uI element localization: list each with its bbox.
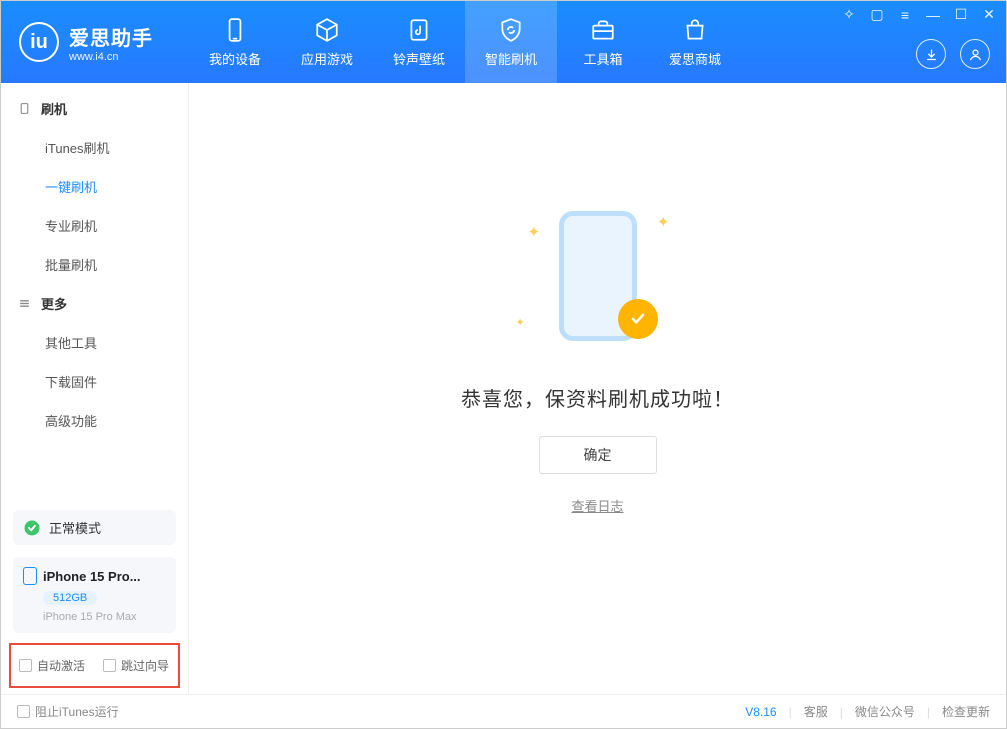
device-small-icon: [17, 102, 31, 116]
maximize-icon[interactable]: ☐: [952, 6, 970, 23]
toolbox-icon: [590, 17, 616, 43]
nav-store[interactable]: 爱思商城: [649, 1, 741, 83]
app-subtitle: www.i4.cn: [69, 51, 153, 63]
update-link[interactable]: 检查更新: [942, 703, 990, 720]
options-highlight-box: 自动激活 跳过向导: [9, 643, 180, 688]
download-button[interactable]: [916, 39, 946, 69]
header-actions: [916, 39, 990, 69]
window-controls: ✧ ▢ ≡ — ☐ ✕: [840, 6, 998, 23]
phone-small-icon: [23, 567, 37, 585]
sidebar-item-advanced[interactable]: 高级功能: [1, 401, 188, 440]
sidebar-item-oneclick-flash[interactable]: 一键刷机: [1, 167, 188, 206]
success-illustration: ✦ ✦ ✦: [508, 203, 688, 363]
phone-icon: [222, 17, 248, 43]
success-title: 恭喜您，保资料刷机成功啦！: [461, 383, 734, 412]
footer: 阻止iTunes运行 V8.16 | 客服 | 微信公众号 | 检查更新: [1, 694, 1006, 728]
view-log-link[interactable]: 查看日志: [571, 496, 623, 515]
cube-icon: [314, 17, 340, 43]
nav-apps[interactable]: 应用游戏: [281, 1, 373, 83]
checkbox-auto-activate[interactable]: 自动激活: [19, 657, 85, 674]
device-status[interactable]: 正常模式: [13, 510, 176, 545]
nav-ringtone[interactable]: 铃声壁纸: [373, 1, 465, 83]
shield-refresh-icon: [498, 17, 524, 43]
app-header: iu 爱思助手 www.i4.cn 我的设备 应用游戏 铃声壁纸 智能刷机 工具…: [1, 1, 1006, 83]
device-card[interactable]: iPhone 15 Pro... 512GB iPhone 15 Pro Max: [13, 557, 176, 633]
menu-icon[interactable]: ≡: [896, 7, 914, 23]
mobile-icon[interactable]: ▢: [868, 6, 886, 23]
sidebar-item-batch-flash[interactable]: 批量刷机: [1, 245, 188, 284]
bag-icon: [682, 17, 708, 43]
music-icon: [406, 17, 432, 43]
checkbox-block-itunes[interactable]: 阻止iTunes运行: [17, 703, 119, 720]
main-nav: 我的设备 应用游戏 铃声壁纸 智能刷机 工具箱 爱思商城: [189, 1, 741, 83]
version-label[interactable]: V8.16: [745, 705, 776, 719]
sidebar-item-itunes-flash[interactable]: iTunes刷机: [1, 128, 188, 167]
nav-flash[interactable]: 智能刷机: [465, 1, 557, 83]
sidebar-item-other-tools[interactable]: 其他工具: [1, 323, 188, 362]
logo-area: iu 爱思助手 www.i4.cn: [1, 22, 189, 63]
sparkle-icon: ✦: [657, 213, 670, 231]
sidebar: 刷机 iTunes刷机 一键刷机 专业刷机 批量刷机 更多 其他工具 下载固件 …: [1, 83, 189, 694]
device-name: iPhone 15 Pro...: [23, 567, 166, 585]
app-logo-icon: iu: [19, 22, 59, 62]
support-link[interactable]: 客服: [804, 703, 828, 720]
more-icon: [17, 297, 31, 311]
sidebar-group-more[interactable]: 更多: [1, 284, 188, 323]
skin-icon[interactable]: ✧: [840, 6, 858, 23]
user-button[interactable]: [960, 39, 990, 69]
sparkle-icon: ✦: [516, 316, 525, 329]
sparkle-icon: ✦: [528, 223, 541, 241]
checkbox-box: [19, 659, 32, 672]
storage-badge: 512GB: [43, 591, 97, 605]
checkbox-skip-guide[interactable]: 跳过向导: [103, 657, 169, 674]
app-body: 刷机 iTunes刷机 一键刷机 专业刷机 批量刷机 更多 其他工具 下载固件 …: [1, 83, 1006, 694]
checkbox-box: [103, 659, 116, 672]
wechat-link[interactable]: 微信公众号: [855, 703, 915, 720]
sidebar-group-flash[interactable]: 刷机: [1, 89, 188, 128]
sidebar-item-pro-flash[interactable]: 专业刷机: [1, 206, 188, 245]
nav-my-device[interactable]: 我的设备: [189, 1, 281, 83]
minimize-icon[interactable]: —: [924, 7, 942, 23]
sidebar-item-download-fw[interactable]: 下载固件: [1, 362, 188, 401]
checkbox-box: [17, 705, 30, 718]
close-icon[interactable]: ✕: [980, 6, 998, 23]
success-check-icon: [618, 299, 658, 339]
main-panel: ✦ ✦ ✦ 恭喜您，保资料刷机成功啦！ 确定 查看日志: [189, 83, 1006, 694]
app-title: 爱思助手: [69, 22, 153, 51]
ok-button[interactable]: 确定: [539, 436, 657, 474]
status-ok-icon: [23, 519, 41, 537]
footer-right: V8.16 | 客服 | 微信公众号 | 检查更新: [745, 703, 990, 720]
device-model: iPhone 15 Pro Max: [43, 611, 166, 623]
nav-toolbox[interactable]: 工具箱: [557, 1, 649, 83]
